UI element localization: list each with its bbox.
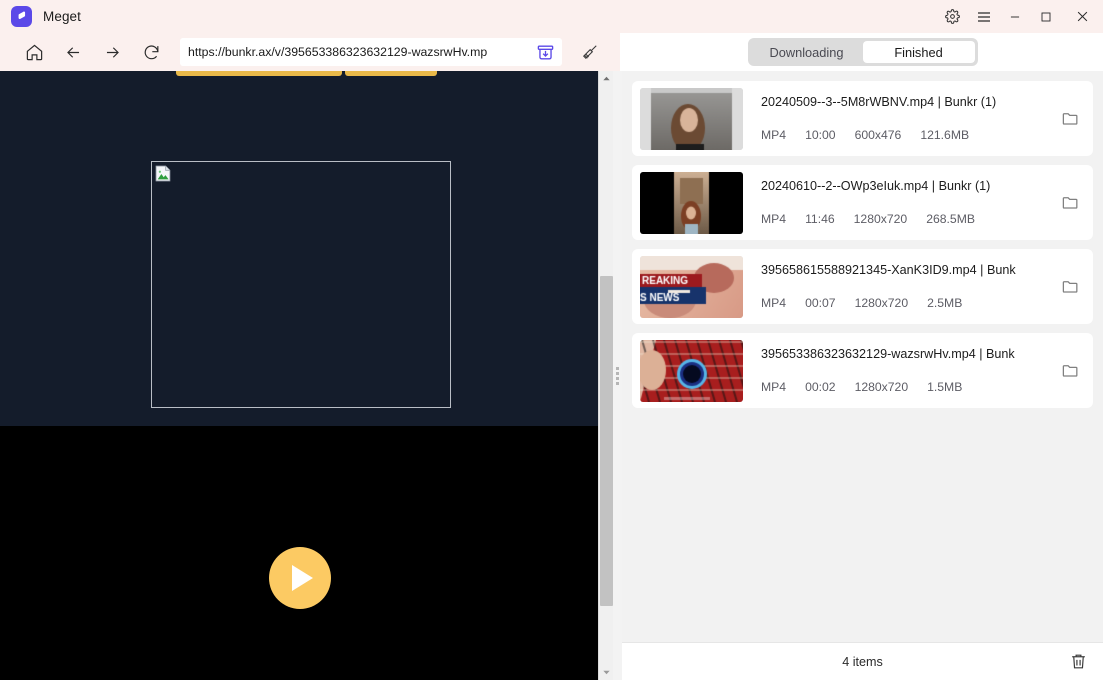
maximize-icon[interactable] — [1030, 0, 1061, 33]
item-format: MP4 — [761, 380, 787, 394]
item-filename: 395653386323632129-wazsrwHv.mp4 | Bunk — [761, 347, 1015, 361]
item-resolution: 1280x720 — [854, 380, 909, 394]
item-format: MP4 — [761, 296, 787, 310]
close-icon[interactable] — [1061, 0, 1103, 33]
downloads-footer: 4 items — [622, 642, 1103, 680]
item-duration: 10:00 — [805, 128, 836, 142]
splitter-grip-icon[interactable] — [616, 366, 619, 385]
broken-image-icon — [155, 165, 172, 182]
gear-icon[interactable] — [937, 0, 968, 33]
address-bar[interactable]: https://bunkr.ax/v/395653386323632129-wa… — [180, 38, 562, 66]
item-resolution: 1280x720 — [854, 296, 909, 310]
item-meta: 395653386323632129-wazsrwHv.mp4 | Bunk M… — [743, 347, 1055, 394]
folder-icon[interactable] — [1055, 193, 1085, 212]
item-filename: 395658615588921345-XanK3ID9.mp4 | Bunk — [761, 263, 1016, 277]
video-thumbnail — [640, 171, 743, 234]
trash-icon[interactable] — [1069, 652, 1089, 672]
item-details: MP4 11:46 1280x720 268.5MB — [761, 212, 1055, 226]
app-title: Meget — [43, 9, 82, 24]
item-duration: 11:46 — [805, 212, 835, 226]
item-format: MP4 — [761, 212, 787, 226]
window-controls — [937, 0, 1103, 33]
item-filesize: 2.5MB — [927, 296, 963, 310]
download-inbox-icon[interactable] — [535, 42, 556, 63]
web-view[interactable]: 00:00 / 00:00 Download — [0, 71, 598, 680]
play-circle-icon[interactable] — [269, 547, 331, 609]
folder-icon[interactable] — [1055, 361, 1085, 380]
back-arrow-icon[interactable] — [57, 37, 89, 67]
forward-arrow-icon[interactable] — [96, 37, 128, 67]
video-thumbnail — [640, 339, 743, 402]
title-bar: Meget — [0, 0, 1103, 33]
item-filesize: 268.5MB — [926, 212, 975, 226]
video-thumbnail — [640, 255, 743, 318]
page-accent-bar — [345, 71, 437, 76]
item-meta: 20240509--3--5M8rWBNV.mp4 | Bunkr (1) MP… — [743, 95, 1055, 142]
item-filename: 20240610--2--OWp3eIuk.mp4 | Bunkr (1) — [761, 179, 991, 193]
item-duration: 00:07 — [805, 296, 836, 310]
item-filesize: 1.5MB — [927, 380, 963, 394]
scrollbar-thumb[interactable] — [600, 276, 613, 606]
tab-downloading[interactable]: Downloading — [751, 41, 863, 63]
item-meta: 20240610--2--OWp3eIuk.mp4 | Bunkr (1) MP… — [743, 179, 1055, 226]
list-item[interactable]: 395658615588921345-XanK3ID9.mp4 | Bunk M… — [632, 249, 1093, 324]
item-count-label: 4 items — [842, 654, 883, 669]
item-resolution: 1280x720 — [853, 212, 908, 226]
item-format: MP4 — [761, 128, 787, 142]
downloads-tabs: Downloading Finished — [747, 38, 978, 66]
folder-icon[interactable] — [1055, 277, 1085, 296]
page-image-placeholder — [151, 161, 451, 408]
item-duration: 00:02 — [805, 380, 836, 394]
scroll-up-icon[interactable] — [599, 71, 614, 86]
app-window: Meget https://bunkr.ax/v/395653386323632… — [0, 0, 1103, 680]
page-accent-bar — [176, 71, 342, 76]
web-view-scrollbar[interactable] — [598, 71, 613, 680]
minimize-icon[interactable] — [999, 0, 1030, 33]
item-resolution: 600x476 — [854, 128, 902, 142]
item-filename: 20240509--3--5M8rWBNV.mp4 | Bunkr (1) — [761, 95, 997, 109]
home-icon[interactable] — [18, 37, 50, 67]
item-filesize: 121.6MB — [920, 128, 970, 142]
item-details: MP4 00:02 1280x720 1.5MB — [761, 380, 1055, 394]
tab-finished[interactable]: Finished — [862, 41, 975, 63]
item-details: MP4 00:07 1280x720 2.5MB — [761, 296, 1055, 310]
app-brand: Meget — [0, 6, 81, 27]
list-item[interactable]: 395653386323632129-wazsrwHv.mp4 | Bunk M… — [632, 333, 1093, 408]
video-thumbnail — [640, 87, 743, 150]
scroll-down-icon[interactable] — [599, 665, 614, 680]
item-meta: 395658615588921345-XanK3ID9.mp4 | Bunk M… — [743, 263, 1055, 310]
broom-icon[interactable] — [576, 38, 604, 66]
downloads-list[interactable]: 20240509--3--5M8rWBNV.mp4 | Bunkr (1) MP… — [622, 71, 1103, 642]
list-item[interactable]: 20240509--3--5M8rWBNV.mp4 | Bunkr (1) MP… — [632, 81, 1093, 156]
downloads-tabbar: Downloading Finished — [622, 33, 1103, 71]
reload-icon[interactable] — [135, 37, 167, 67]
downloads-panel: Downloading Finished 20240509--3--5M8rWB… — [622, 33, 1103, 680]
list-item[interactable]: 20240610--2--OWp3eIuk.mp4 | Bunkr (1) MP… — [632, 165, 1093, 240]
hamburger-icon[interactable] — [968, 0, 999, 33]
item-details: MP4 10:00 600x476 121.6MB — [761, 128, 1055, 142]
panel-splitter[interactable] — [613, 71, 622, 680]
app-logo-icon — [11, 6, 32, 27]
url-input[interactable]: https://bunkr.ax/v/395653386323632129-wa… — [188, 45, 535, 59]
folder-icon[interactable] — [1055, 109, 1085, 128]
